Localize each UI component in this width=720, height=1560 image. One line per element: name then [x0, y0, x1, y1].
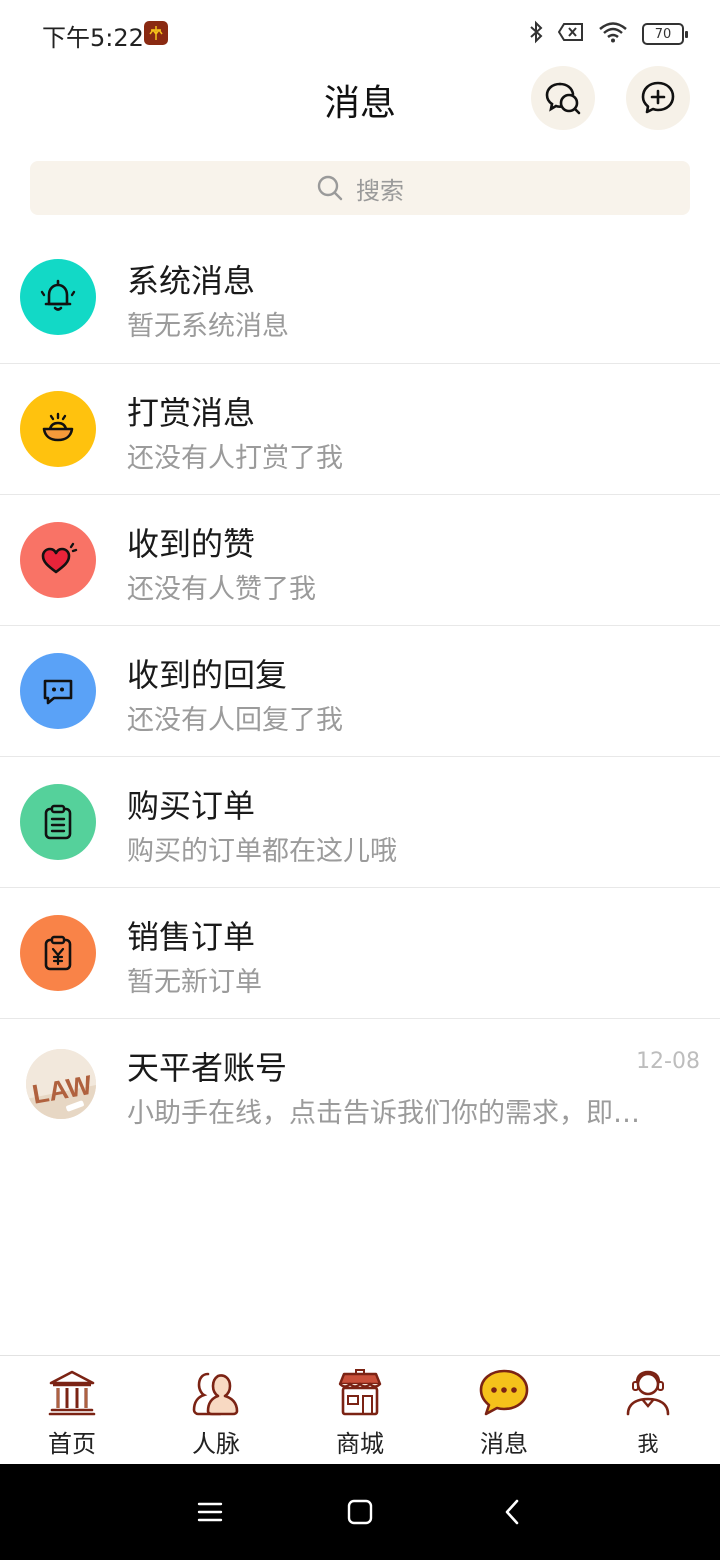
sim-error-icon — [557, 22, 584, 46]
clipboard-icon — [20, 784, 96, 860]
list-item-system-messages[interactable]: 系统消息 暂无系统消息 — [0, 232, 720, 364]
status-bar: 下午5:22 70 — [0, 0, 720, 66]
list-item-replies[interactable]: 收到的回复 还没有人回复了我 — [0, 626, 720, 757]
tab-label: 消息 — [480, 1430, 528, 1458]
message-icon — [476, 1366, 532, 1420]
item-title: 收到的赞 — [127, 525, 256, 563]
bell-icon — [20, 259, 96, 335]
item-subtitle: 还没有人回复了我 — [127, 705, 343, 736]
item-subtitle: 小助手在线，点击告诉我们你的需求，即… — [127, 1098, 640, 1129]
law-avatar: LAW — [26, 1049, 96, 1119]
menu-icon — [197, 1502, 223, 1522]
home-button[interactable] — [340, 1492, 380, 1532]
tab-label: 首页 — [48, 1430, 96, 1458]
item-title: 天平者账号 — [127, 1049, 288, 1087]
system-nav-bar — [0, 1464, 720, 1560]
tab-shop[interactable]: 商城 — [288, 1356, 432, 1464]
search-icon — [317, 175, 343, 201]
back-chevron-icon — [505, 1499, 519, 1525]
back-button[interactable] — [492, 1492, 532, 1532]
item-title: 购买订单 — [127, 787, 256, 825]
tab-profile[interactable]: 我 — [576, 1356, 720, 1464]
search-placeholder: 搜索 — [356, 176, 404, 205]
list-item-account-chat[interactable]: LAW 天平者账号 12-08 小助手在线，点击告诉我们你的需求，即… — [0, 1019, 720, 1150]
item-subtitle: 还没有人打赏了我 — [127, 443, 343, 474]
tab-contacts[interactable]: 人脉 — [144, 1356, 288, 1464]
new-chat-button[interactable] — [626, 66, 690, 130]
bottom-tab-bar: 首页 人脉 商城 消息 我 — [0, 1355, 720, 1464]
item-subtitle: 暂无新订单 — [127, 967, 262, 998]
shop-icon — [332, 1366, 388, 1420]
item-title: 系统消息 — [127, 262, 256, 300]
list-item-likes[interactable]: 收到的赞 还没有人赞了我 — [0, 495, 720, 626]
item-title: 销售订单 — [127, 918, 256, 956]
chat-search-icon — [545, 82, 581, 115]
tab-messages[interactable]: 消息 — [432, 1356, 576, 1464]
tab-label: 我 — [637, 1432, 659, 1456]
item-timestamp: 12-08 — [636, 1049, 700, 1074]
tab-home[interactable]: 首页 — [0, 1356, 144, 1464]
contacts-chat-button[interactable] — [531, 66, 595, 130]
menu-button[interactable] — [190, 1492, 230, 1532]
item-title: 收到的回复 — [127, 656, 288, 694]
heart-icon — [20, 522, 96, 598]
profile-icon — [620, 1366, 676, 1420]
list-item-reward-messages[interactable]: 打赏消息 还没有人打赏了我 — [0, 364, 720, 495]
list-item-purchase-orders[interactable]: 购买订单 购买的订单都在这儿哦 — [0, 757, 720, 888]
item-title: 打赏消息 — [127, 394, 256, 432]
header: 消息 — [0, 66, 720, 130]
status-icons: 70 — [528, 20, 688, 48]
square-icon — [347, 1499, 373, 1525]
item-subtitle: 暂无系统消息 — [127, 311, 289, 342]
people-icon — [188, 1366, 244, 1420]
chat-bubble-icon — [20, 653, 96, 729]
gold-ingot-icon — [20, 391, 96, 467]
page-title: 消息 — [323, 83, 396, 124]
battery-indicator: 70 — [642, 23, 688, 45]
bluetooth-icon — [528, 20, 544, 48]
tab-label: 商城 — [336, 1430, 384, 1458]
message-list: 系统消息 暂无系统消息 打赏消息 还没有人打赏了我 收到的赞 还没有人赞了我 收… — [0, 232, 720, 1150]
list-item-sales-orders[interactable]: 销售订单 暂无新订单 — [0, 888, 720, 1019]
search-bar[interactable]: 搜索 — [30, 161, 690, 215]
tab-label: 人脉 — [192, 1430, 240, 1458]
item-subtitle: 还没有人赞了我 — [127, 574, 316, 605]
chat-add-icon — [641, 81, 675, 114]
wifi-icon — [598, 21, 628, 47]
item-subtitle: 购买的订单都在这儿哦 — [127, 836, 397, 867]
app-notification-icon — [144, 21, 168, 45]
courthouse-icon — [44, 1366, 100, 1420]
status-time: 下午5:22 — [42, 24, 144, 52]
clipboard-yen-icon — [20, 915, 96, 991]
